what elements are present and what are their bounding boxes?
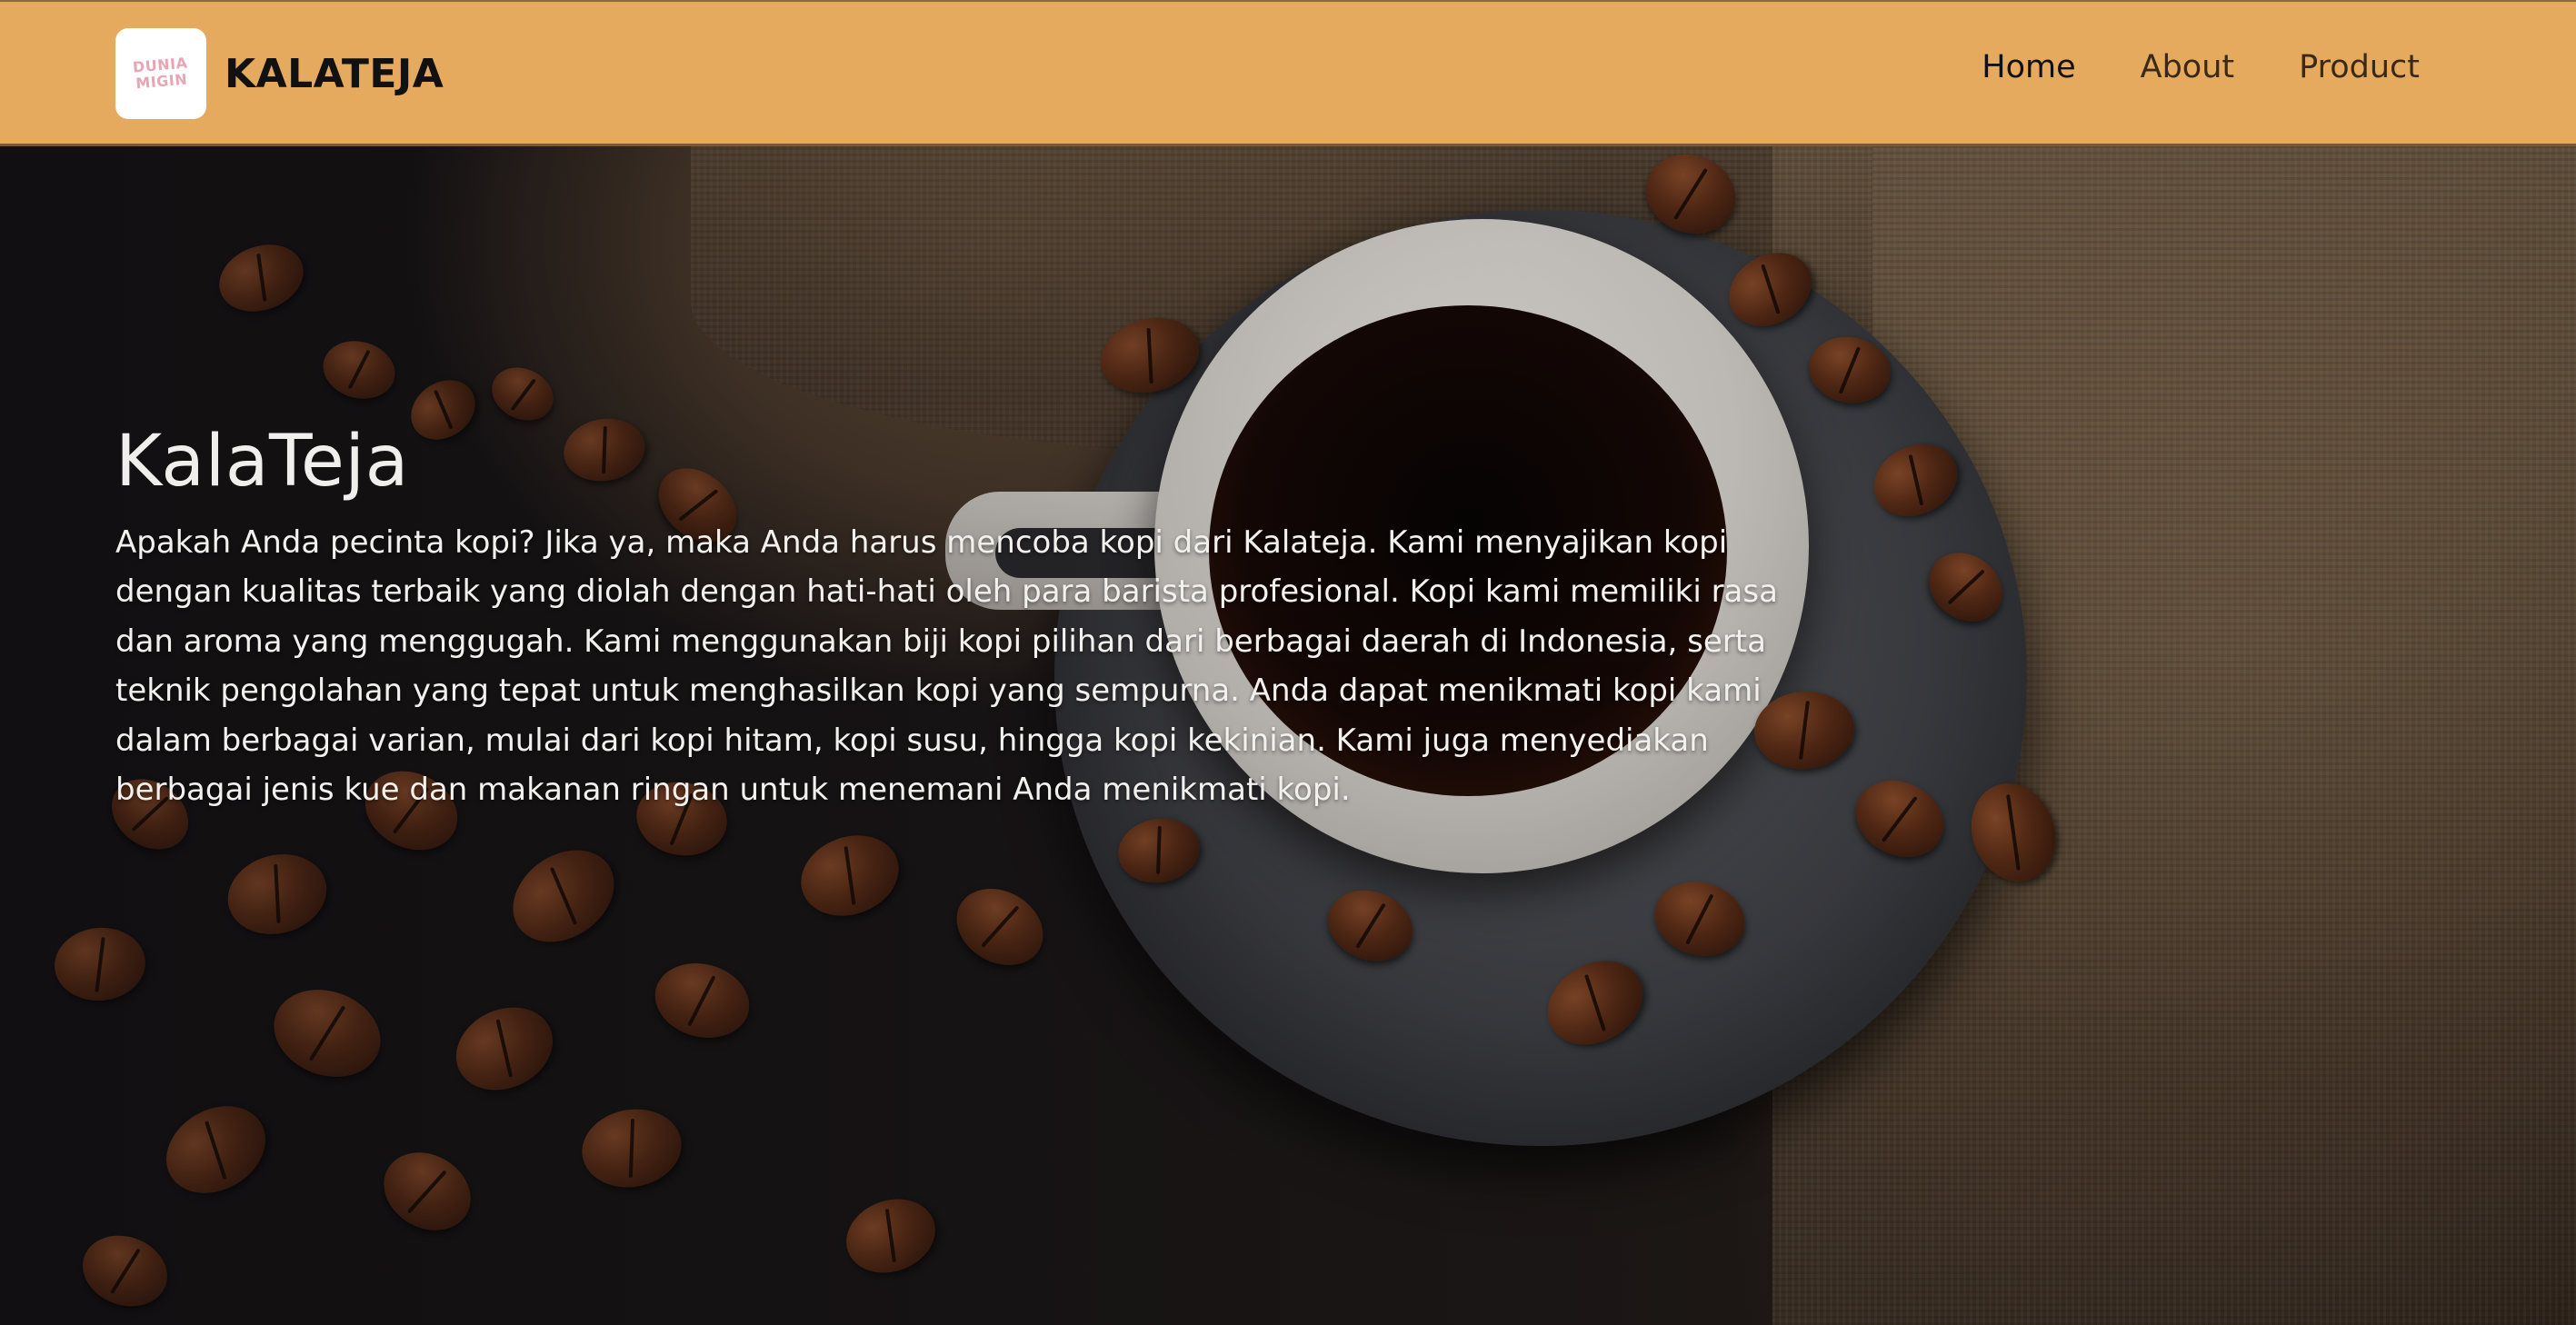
nav-menu: Home About Product: [1982, 49, 2420, 85]
brand-name[interactable]: KALATEJA: [225, 51, 444, 97]
brand-logo[interactable]: DUNIA MIGIN: [115, 28, 206, 119]
brand-logo-text: DUNIA MIGIN: [132, 54, 189, 93]
hero-description: Apakah Anda pecinta kopi? Jika ya, maka …: [115, 523, 1778, 809]
hero-title: KalaTeja: [115, 421, 409, 503]
nav-item-about: About: [2141, 49, 2234, 85]
hero-content: KalaTeja Apakah Anda pecinta kopi? Jika …: [115, 423, 1806, 815]
brand[interactable]: DUNIA MIGIN KALATEJA: [115, 28, 444, 119]
nav-link-product[interactable]: Product: [2299, 49, 2420, 85]
nav-item-product: Product: [2299, 49, 2420, 85]
nav-link-about[interactable]: About: [2141, 49, 2234, 85]
nav-link-home[interactable]: Home: [1982, 49, 2075, 85]
nav-item-home: Home: [1982, 49, 2075, 85]
navbar: DUNIA MIGIN KALATEJA Home About Product: [0, 0, 2576, 146]
hero-section: KalaTeja Apakah Anda pecinta kopi? Jika …: [0, 146, 2576, 1325]
